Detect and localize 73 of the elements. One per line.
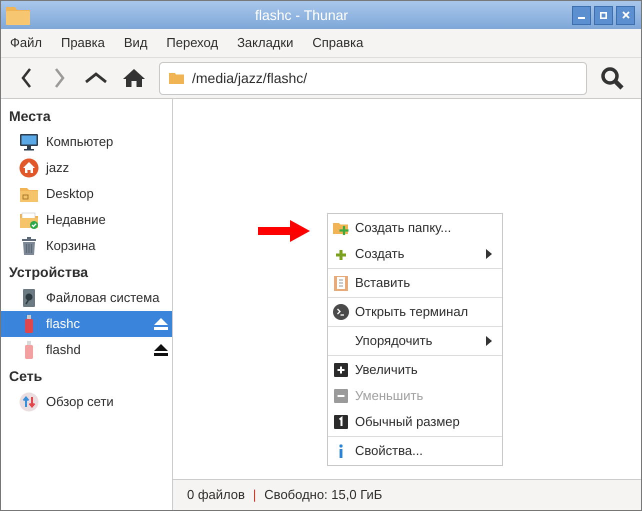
sidebar-heading: Устройства bbox=[8, 262, 90, 282]
status-separator: | bbox=[252, 486, 256, 504]
search-icon bbox=[600, 66, 624, 90]
sidebar-item[interactable]: jazz bbox=[1, 155, 172, 181]
zoom-normal-icon bbox=[333, 414, 349, 430]
clipboard-icon bbox=[333, 275, 349, 291]
sidebar-item[interactable]: flashd bbox=[1, 337, 172, 363]
sidebar-item[interactable]: Корзина bbox=[1, 233, 172, 259]
trash-icon bbox=[19, 236, 39, 256]
context-menu-item[interactable]: Свойства... bbox=[328, 438, 502, 464]
sidebar-label: Корзина bbox=[46, 237, 97, 256]
sidebar-label: Компьютер bbox=[46, 133, 114, 152]
location-field[interactable]: /media/jazz/flashc/ bbox=[159, 62, 587, 94]
sidebar-label: Недавние bbox=[46, 211, 107, 230]
zoom-in-icon bbox=[333, 362, 349, 378]
menu-item-label: Увеличить bbox=[355, 361, 419, 380]
context-menu-item[interactable]: Создать bbox=[328, 241, 502, 267]
menu-item-label: Обычный размер bbox=[355, 413, 461, 432]
new-folder-icon bbox=[333, 220, 349, 236]
folder-icon bbox=[5, 4, 31, 26]
pointer-arrow-icon bbox=[258, 220, 310, 242]
zoom-out-icon bbox=[333, 388, 349, 404]
minimize-button[interactable] bbox=[572, 6, 591, 24]
menu-item[interactable]: Правка bbox=[60, 33, 105, 53]
sidebar-item[interactable]: Недавние bbox=[1, 207, 172, 233]
context-menu-item[interactable]: Упорядочить bbox=[328, 328, 502, 354]
menu-item-label: Упорядочить bbox=[355, 332, 434, 350]
sidebar-label: jazz bbox=[46, 159, 70, 178]
menu-item-label: Уменьшить bbox=[355, 387, 424, 406]
sidebar-label: flashd bbox=[46, 341, 82, 360]
menu-item[interactable]: Справка bbox=[312, 33, 364, 53]
sidebar-label: flashc bbox=[46, 315, 81, 334]
sidebar-label: Обзор сети bbox=[46, 393, 115, 412]
maximize-icon bbox=[600, 12, 607, 18]
menu-item-label: Создать папку... bbox=[355, 219, 452, 238]
sidebar-heading: Сеть bbox=[8, 366, 44, 386]
close-icon bbox=[622, 11, 630, 19]
context-menu-item[interactable]: Создать папку... bbox=[328, 215, 502, 241]
maximize-button[interactable] bbox=[594, 6, 613, 24]
sidebar-item[interactable]: Компьютер bbox=[1, 129, 172, 155]
sidebar-item[interactable]: Desktop bbox=[1, 181, 172, 207]
home-icon bbox=[19, 158, 39, 178]
sidebar-item[interactable]: flashc bbox=[1, 311, 172, 337]
sidebar-item[interactable]: Файловая система bbox=[1, 285, 172, 311]
context-menu-item[interactable]: Открыть терминал bbox=[328, 299, 502, 325]
menu-item-label: Открыть терминал bbox=[355, 303, 470, 322]
context-menu-item[interactable]: Вставить bbox=[328, 270, 502, 296]
sidebar-heading: Места bbox=[8, 106, 52, 126]
context-menu-item[interactable]: Увеличить bbox=[328, 357, 502, 383]
file-count: 0 файлов bbox=[187, 486, 245, 504]
menu-item[interactable]: Переход bbox=[166, 33, 218, 53]
home-icon bbox=[122, 68, 146, 88]
menu-item-label: Создать bbox=[355, 245, 406, 264]
menu-item-label: Вставить bbox=[355, 274, 412, 292]
window-title: flashc - Thunar bbox=[254, 6, 350, 24]
monitor-icon bbox=[19, 132, 39, 152]
menu-item-label: Свойства... bbox=[355, 442, 424, 460]
folder-icon bbox=[169, 72, 184, 84]
recent-folder-icon bbox=[19, 210, 39, 230]
menu-item[interactable]: Вид bbox=[124, 33, 148, 53]
sidebar-item[interactable]: Обзор сети bbox=[1, 389, 172, 415]
terminal-icon bbox=[333, 304, 349, 320]
minimize-icon bbox=[578, 17, 585, 19]
location-path: /media/jazz/flashc/ bbox=[192, 68, 308, 88]
sidebar-label: Файловая система bbox=[46, 289, 160, 308]
network-icon bbox=[19, 392, 39, 412]
sidebar-label: Desktop bbox=[46, 185, 95, 204]
menu-item[interactable]: Файл bbox=[10, 33, 42, 53]
close-button[interactable] bbox=[616, 6, 635, 24]
eject-icon[interactable] bbox=[154, 344, 168, 356]
free-space: Свободно: 15,0 ГиБ bbox=[264, 486, 382, 504]
context-menu-item[interactable]: Обычный размер bbox=[328, 409, 502, 435]
menu-item[interactable]: Закладки bbox=[237, 33, 294, 53]
